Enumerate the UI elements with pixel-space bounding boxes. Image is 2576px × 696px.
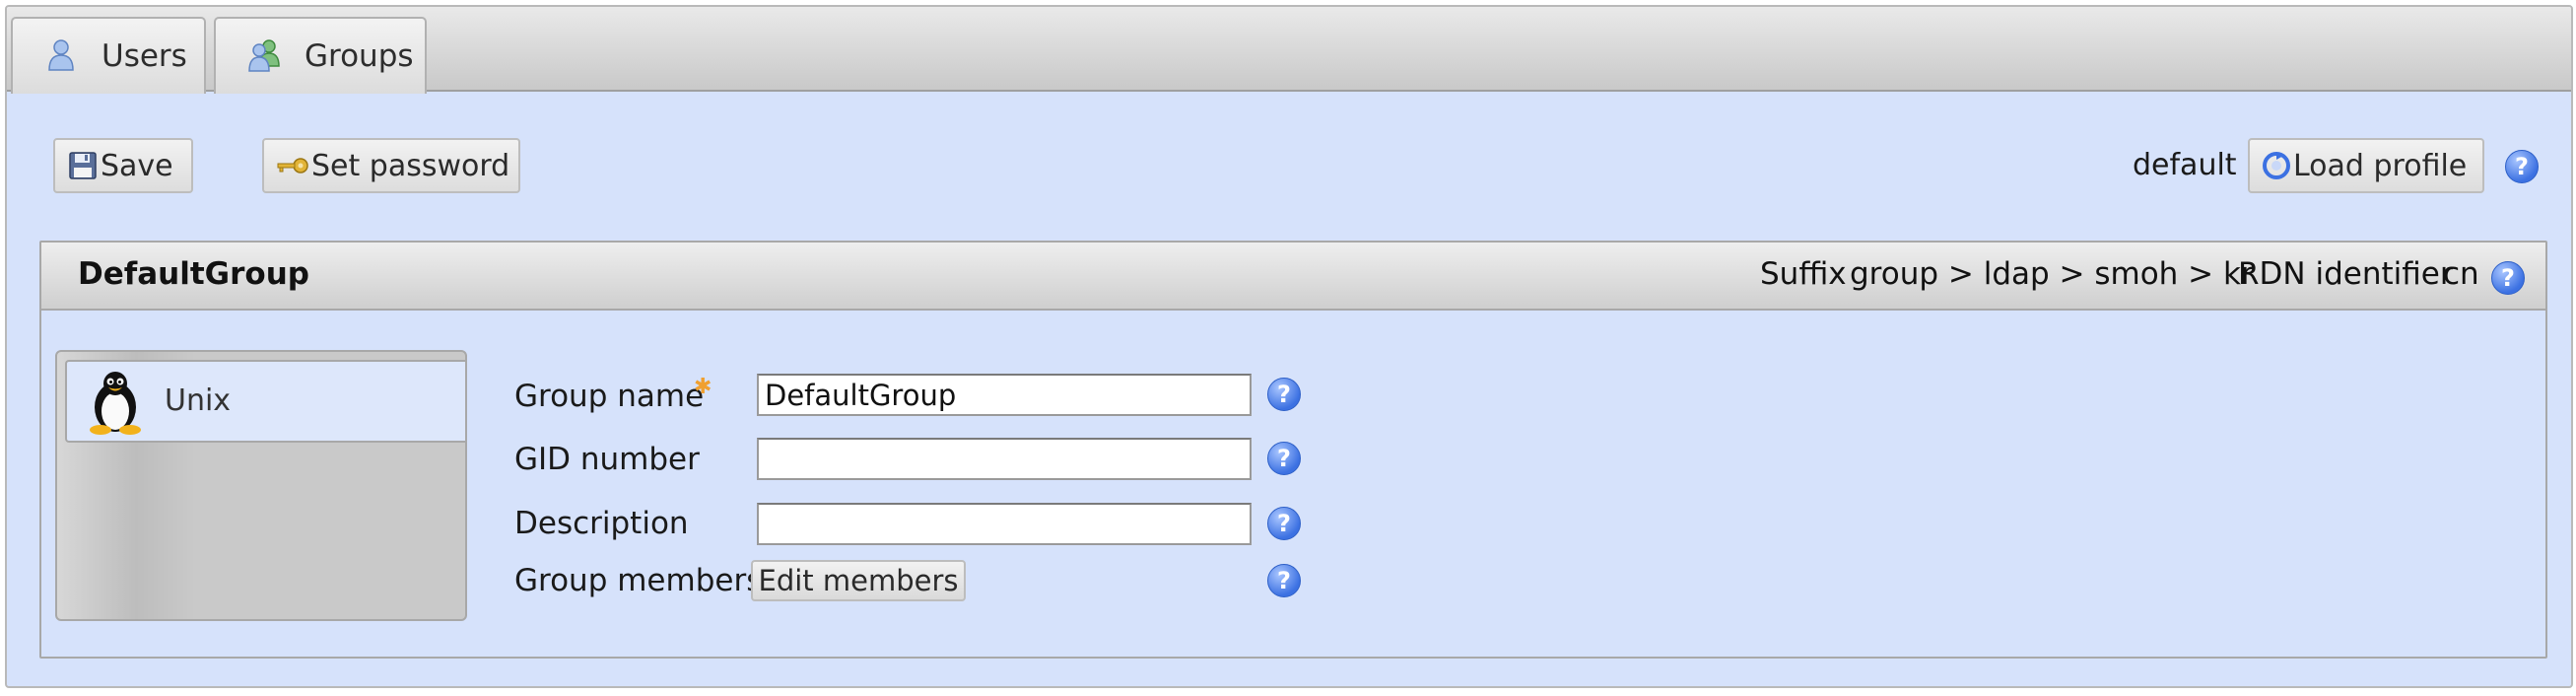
group-name-field[interactable]: DefaultGroup (757, 374, 1252, 416)
rdn-label: RDN identifier (2238, 256, 2453, 292)
panel-title: DefaultGroup (78, 256, 309, 292)
group-name-help-icon[interactable]: ? (1267, 378, 1301, 411)
save-button[interactable]: Save (53, 138, 193, 193)
reload-icon (2262, 151, 2291, 180)
description-label: Description (514, 506, 689, 541)
profile-name: default (2133, 148, 2237, 182)
load-profile-label: Load profile (2293, 148, 2468, 183)
user-icon (46, 38, 76, 80)
suffix-label: Suffix (1760, 256, 1847, 292)
set-password-button[interactable]: Set password (262, 138, 520, 193)
app-window: Users Groups Save Set password default L… (5, 5, 2573, 688)
set-password-label: Set password (311, 148, 510, 183)
required-marker: ✱ (694, 375, 712, 399)
tab-bar: Users Groups (7, 7, 2571, 94)
rdn-value[interactable]: cn (2443, 256, 2479, 292)
edit-members-button[interactable]: Edit members (751, 560, 966, 601)
group-members-help-icon[interactable]: ? (1267, 564, 1301, 597)
rdn-help-icon[interactable]: ? (2491, 261, 2525, 295)
save-button-label: Save (101, 148, 173, 183)
description-field[interactable] (757, 503, 1252, 545)
group-panel: DefaultGroup Suffix group > ldap > smoh … (39, 241, 2547, 659)
group-members-label: Group members (514, 563, 763, 598)
gid-number-label: GID number (514, 442, 700, 477)
description-help-icon[interactable]: ? (1267, 507, 1301, 540)
floppy-disk-icon (69, 152, 97, 179)
help-icon[interactable]: ? (2505, 150, 2539, 183)
gid-number-field[interactable] (757, 438, 1252, 480)
tab-groups[interactable]: Groups (214, 17, 427, 94)
tab-users[interactable]: Users (11, 17, 206, 94)
module-tab-unix-label: Unix (165, 383, 232, 418)
group-name-label: Group name (514, 379, 705, 414)
tux-penguin-icon (87, 370, 144, 439)
suffix-path[interactable]: group > ldap > smoh > kr (1850, 256, 2254, 292)
group-icon (247, 38, 281, 80)
module-list: Unix (55, 350, 467, 621)
panel-header: DefaultGroup Suffix group > ldap > smoh … (41, 243, 2545, 311)
gid-number-help-icon[interactable]: ? (1267, 442, 1301, 475)
module-tab-unix[interactable]: Unix (65, 360, 465, 443)
load-profile-button[interactable]: Load profile (2248, 138, 2484, 193)
key-icon (276, 156, 309, 175)
